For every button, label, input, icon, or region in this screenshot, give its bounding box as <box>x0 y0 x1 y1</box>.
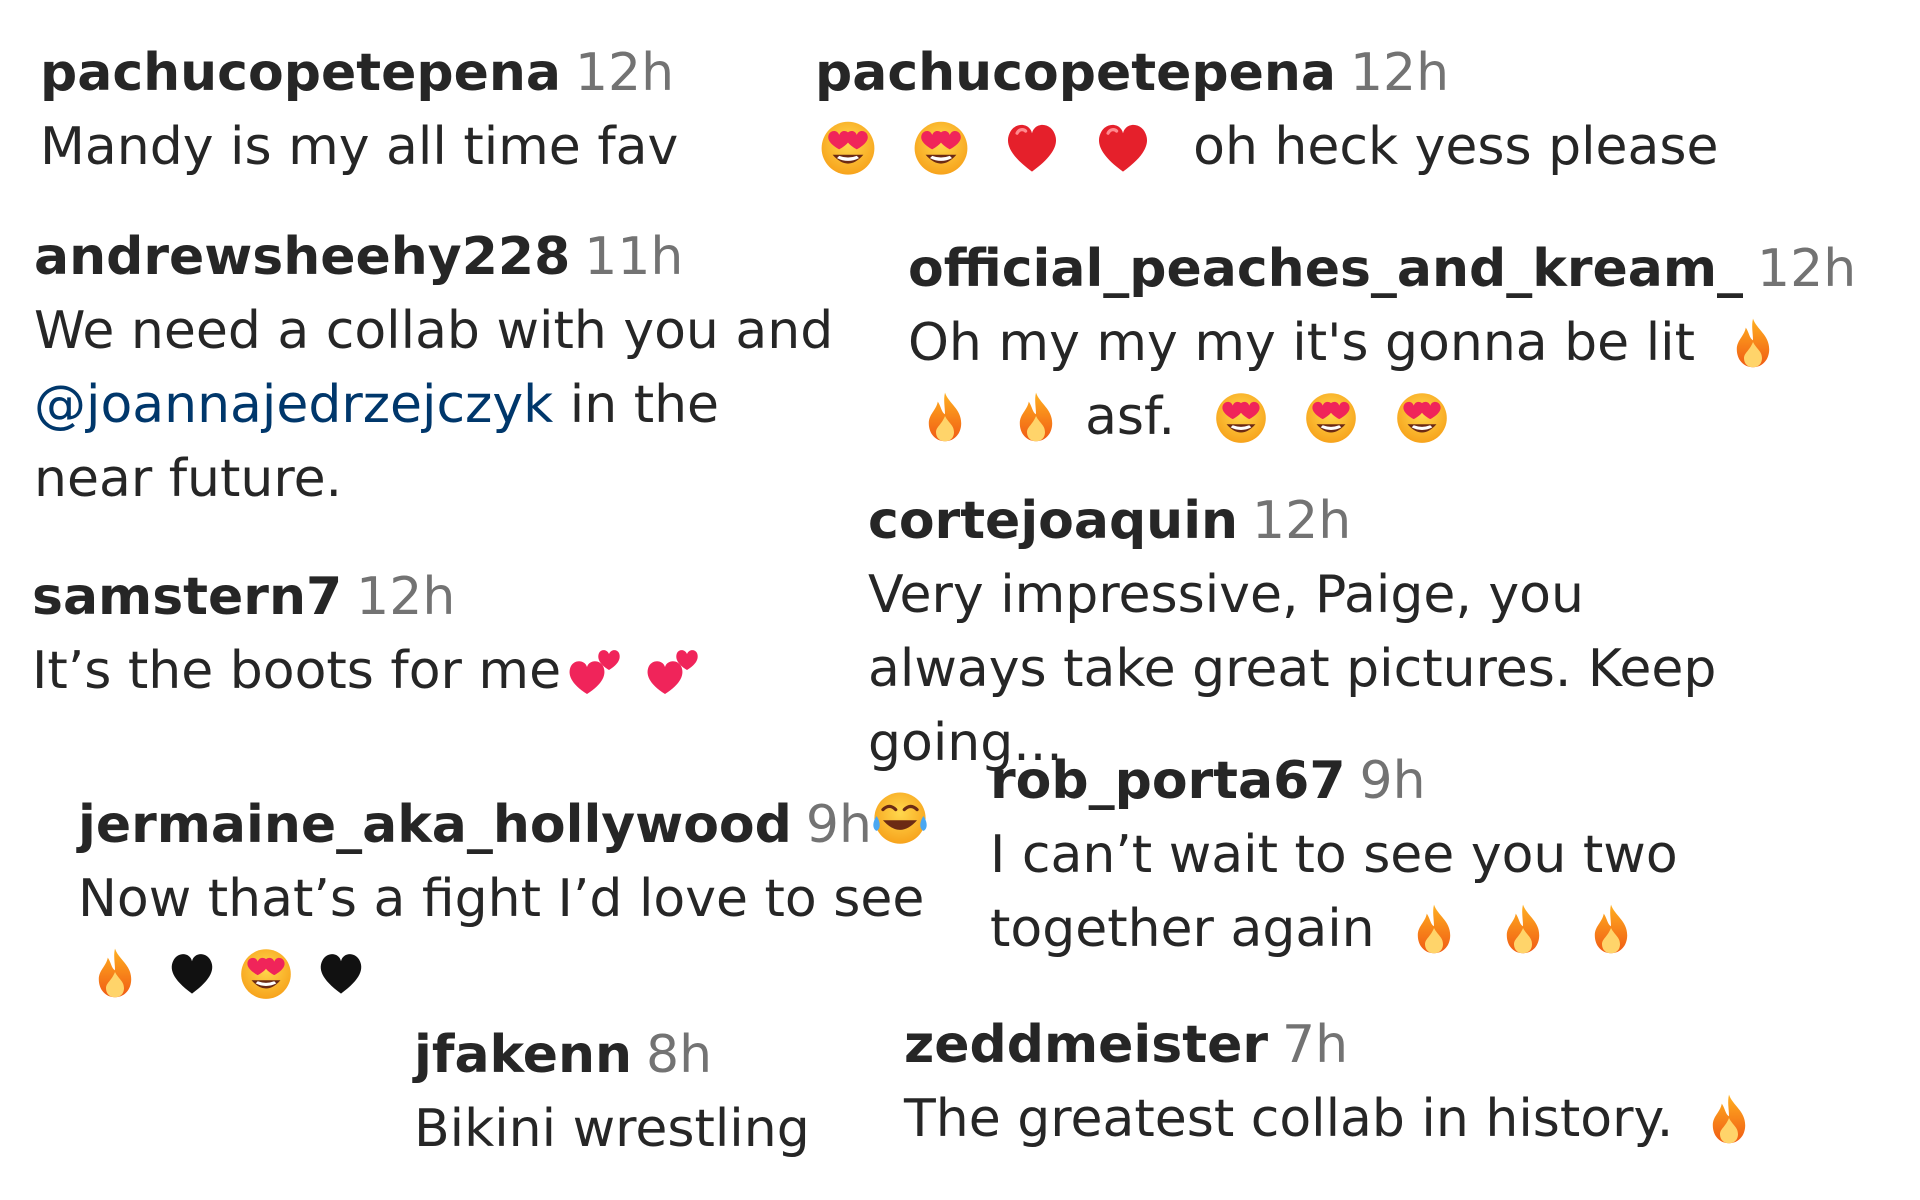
comment-text: Oh my my my it's gonna be lit <box>908 313 1695 373</box>
comment-body: The greatest collab in history. <box>904 1082 1756 1156</box>
comment-text: asf. <box>1085 387 1176 447</box>
comment-body: Now that’s a fight I’d love to see <box>78 862 938 1010</box>
comment-body: I can’t wait to see you two together aga… <box>990 818 1890 966</box>
username-link[interactable]: jfakenn <box>414 1025 632 1085</box>
timestamp: 12h <box>1252 491 1352 551</box>
mention-link[interactable]: @joannajedrzejczyk <box>34 375 553 435</box>
comment-header: jfakenn 8h <box>414 1018 810 1092</box>
timestamp: 12h <box>356 567 456 627</box>
timestamp: 9h <box>1359 751 1426 811</box>
username-link[interactable]: rob_porta67 <box>990 751 1346 811</box>
timestamp: 9h <box>805 795 872 855</box>
timestamp: 7h <box>1281 1015 1349 1075</box>
heart-eyes-icon <box>908 113 974 179</box>
comment-10: zeddmeister 7h The greatest collab in his… <box>904 1008 1756 1156</box>
comment-9: jfakenn 8h Bikini wrestling <box>414 1018 810 1166</box>
comment-header: rob_porta67 9h <box>990 744 1890 818</box>
comment-body: It’s the boots for me <box>32 634 703 708</box>
comment-8: jermaine_aka_hollywood 9h Now that’s a fi… <box>78 788 938 1010</box>
username-link[interactable]: official_peaches_and_kream_ <box>908 239 1743 299</box>
timestamp: 12h <box>1757 239 1857 299</box>
timestamp: 12h <box>1349 43 1450 103</box>
comment-4: official_peaches_and_kream_ 12h Oh my my … <box>908 232 1856 454</box>
fire-icon <box>1407 899 1461 957</box>
comment-header: jermaine_aka_hollywood 9h <box>78 788 938 862</box>
comment-header: cortejoaquin 12h <box>868 484 1768 558</box>
comment-text: Very impressive, Paige, you always take … <box>868 565 1717 773</box>
heart-eyes-icon <box>1300 385 1362 447</box>
username-link[interactable]: samstern7 <box>32 567 342 627</box>
username-link[interactable]: andrewsheehy228 <box>34 227 570 287</box>
comment-header: pachucopetepena 12h <box>40 36 678 110</box>
two-hearts-icon <box>643 640 703 700</box>
comment-2: pachucopetepena 12h oh heck yess please <box>815 36 1718 184</box>
heart-eyes-icon <box>235 941 297 1003</box>
comment-header: zeddmeister 7h <box>904 1008 1756 1082</box>
timestamp: 11h <box>584 227 684 287</box>
heart-eyes-icon <box>1210 385 1272 447</box>
comment-6: samstern7 12h It’s the boots for me <box>32 560 703 708</box>
timestamp: 12h <box>574 43 675 103</box>
black-heart-icon <box>165 945 219 999</box>
comment-text: The greatest collab in history. <box>904 1089 1674 1149</box>
comment-7: rob_porta67 9h I can’t wait to see you tw… <box>990 744 1890 966</box>
comment-1: pachucopetepena 12h Mandy is my all time … <box>40 36 678 184</box>
comment-text: We need a collab with you and <box>34 301 834 361</box>
timestamp: 8h <box>646 1025 713 1085</box>
comment-header: samstern7 12h <box>32 560 703 634</box>
username-link[interactable]: jermaine_aka_hollywood <box>78 795 792 855</box>
comment-3: andrewsheehy228 11h We need a collab with… <box>34 220 834 516</box>
username-link[interactable]: pachucopetepena <box>815 43 1336 103</box>
comment-text: It’s the boots for me <box>32 641 562 701</box>
red-heart-icon <box>1091 114 1155 178</box>
two-hearts-icon <box>565 640 625 700</box>
heart-eyes-icon <box>1391 385 1453 447</box>
comment-header: andrewsheehy228 11h <box>34 220 834 294</box>
comment-header: pachucopetepena 12h <box>815 36 1718 110</box>
fire-icon <box>1726 313 1780 371</box>
username-link[interactable]: cortejoaquin <box>868 491 1238 551</box>
username-link[interactable]: pachucopetepena <box>40 43 561 103</box>
comment-body: oh heck yess please <box>815 110 1718 184</box>
comment-body: We need a collab with you and @joannajed… <box>34 294 834 516</box>
comment-body: Oh my my my it's gonna be lit asf. <box>908 306 1788 454</box>
comment-header: official_peaches_and_kream_ 12h <box>908 232 1856 306</box>
fire-icon <box>918 387 972 445</box>
fire-icon <box>1009 387 1063 445</box>
fire-icon <box>88 943 142 1001</box>
red-heart-icon <box>1000 114 1064 178</box>
fire-icon <box>1702 1089 1756 1147</box>
black-heart-icon <box>314 945 368 999</box>
fire-icon <box>1584 899 1638 957</box>
username-link[interactable]: zeddmeister <box>904 1015 1268 1075</box>
comment-text: Now that’s a fight I’d love to see <box>78 869 925 929</box>
heart-eyes-icon <box>815 113 881 179</box>
fire-icon <box>1496 899 1550 957</box>
comment-text: I can’t wait to see you two together aga… <box>990 825 1678 959</box>
comment-text: Bikini wrestling <box>414 1099 810 1159</box>
comment-text: Mandy is my all time fav <box>40 117 679 177</box>
comment-text: oh heck yess please <box>1193 117 1719 177</box>
